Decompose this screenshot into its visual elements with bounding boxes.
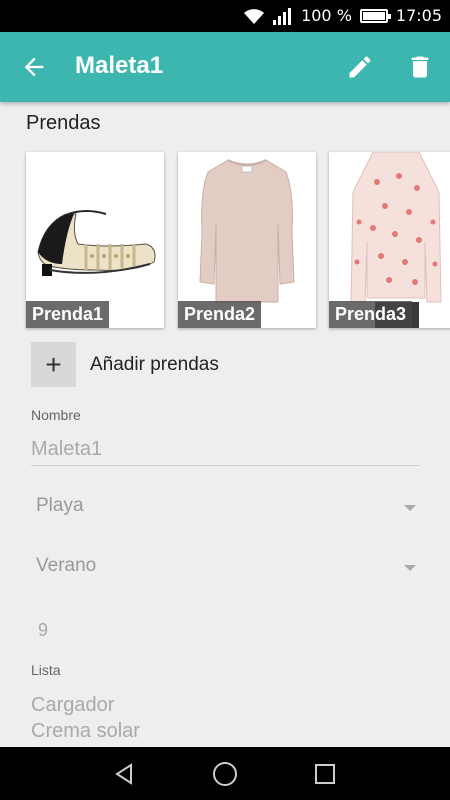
dropdown-arrow-icon [404,565,416,571]
garment-card[interactable]: Prenda2 [178,152,316,328]
add-garments-row[interactable]: + Añadir prendas [31,342,219,387]
garment-label: Prenda3 [329,301,413,328]
main-content: Prendas Prenda1 Prenda2 Prenda3 + Añadir… [0,102,450,747]
pencil-icon[interactable] [346,53,374,81]
name-label: Nombre [31,407,81,423]
signal-icon [273,7,292,25]
add-icon[interactable]: + [31,342,76,387]
add-garments-label[interactable]: Añadir prendas [90,354,219,376]
battery-icon [359,8,391,23]
list-label: Lista [31,662,61,678]
nav-home-icon[interactable] [213,762,237,786]
garment-card[interactable]: Prenda3 [329,152,450,328]
arrow-back-icon[interactable] [20,53,48,81]
name-field[interactable]: Maleta1 [31,438,102,461]
nav-recent-apps-icon[interactable] [315,764,335,784]
destination-value: Playa [36,495,84,516]
battery-percent: 100 % [301,6,352,25]
list-item: Crema solar [31,720,140,742]
list-item: Cargador [31,694,115,716]
nav-back-icon[interactable] [113,763,135,785]
navigation-bar [0,747,450,800]
number-field[interactable]: 9 [38,620,48,641]
wifi-icon [244,8,265,24]
garment-card[interactable]: Prenda1 [26,152,164,328]
season-value: Verano [36,555,97,576]
app-bar: Maleta1 [0,32,450,102]
garment-label: Prenda2 [178,301,262,328]
garment-label: Prenda1 [26,301,110,328]
section-title: Prendas [26,112,101,134]
destination-select[interactable]: Playa [31,487,420,527]
season-select[interactable]: Verano [31,547,420,587]
dropdown-arrow-icon [404,505,416,511]
page-title: Maleta1 [75,52,164,79]
name-field-underline [31,465,420,466]
clock: 17:05 [395,6,442,25]
status-bar: 100 % 17:05 [0,0,450,32]
trash-icon[interactable] [406,53,434,81]
